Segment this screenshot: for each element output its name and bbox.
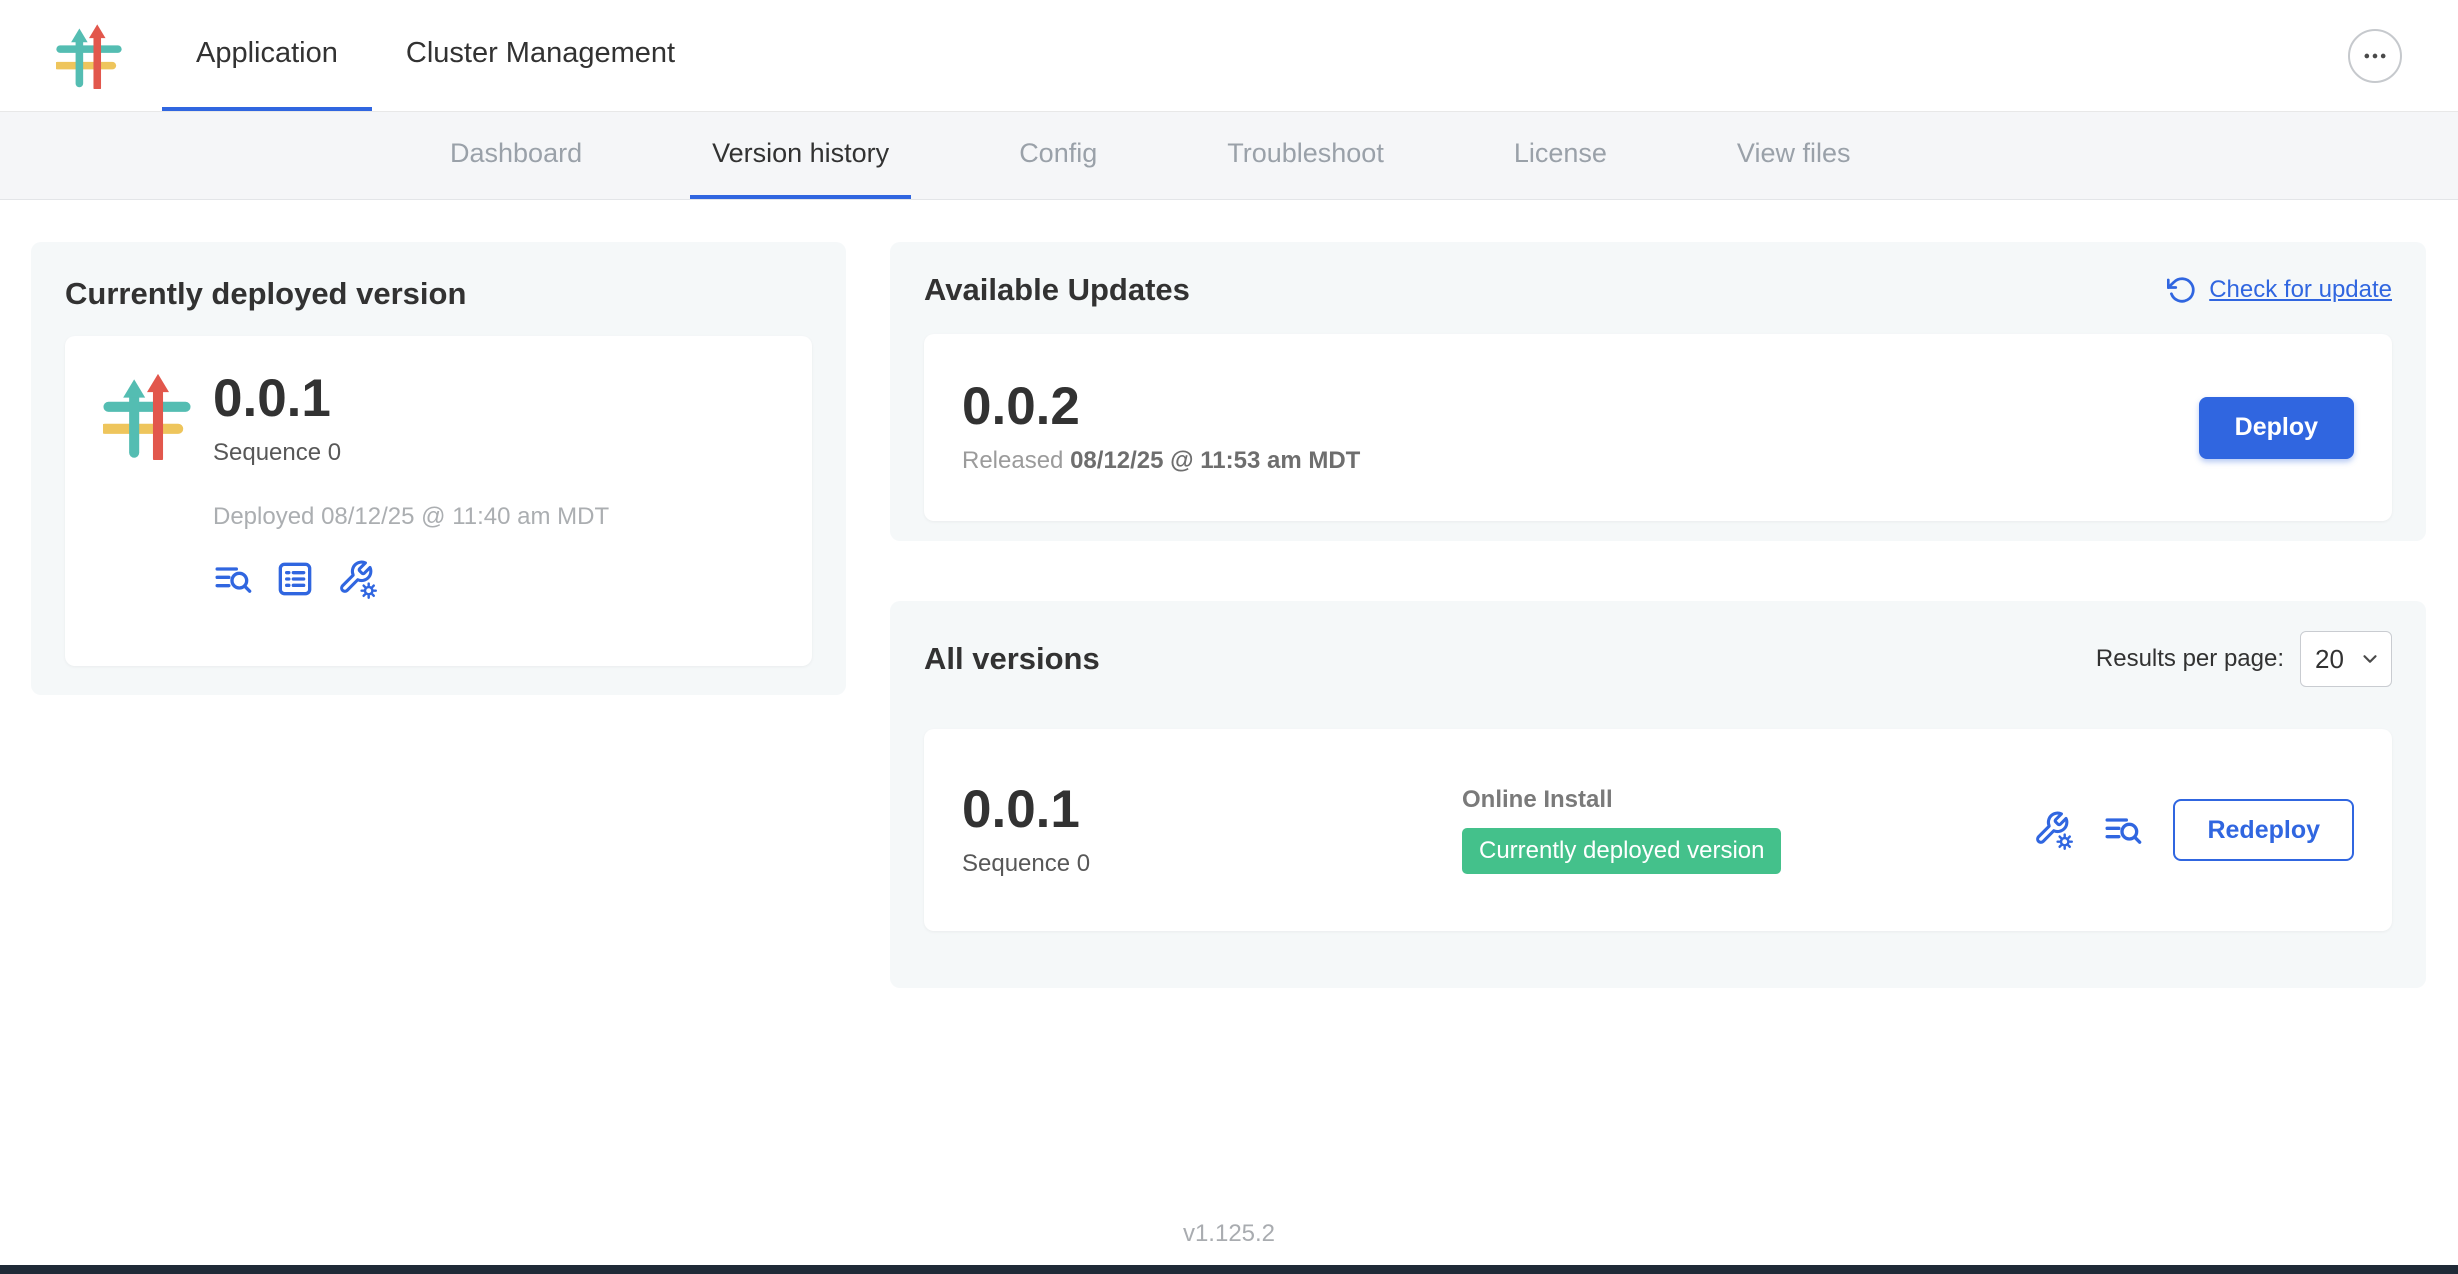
chevron-down-icon: [2359, 648, 2381, 670]
check-for-update-label: Check for update: [2209, 276, 2392, 304]
subtab-troubleshoot[interactable]: Troubleshoot: [1205, 112, 1406, 199]
redeploy-button[interactable]: Redeploy: [2173, 799, 2354, 861]
tab-application-label: Application: [196, 37, 338, 70]
edit-config-wrench-icon[interactable]: [337, 559, 377, 599]
tab-application[interactable]: Application: [162, 0, 372, 111]
edit-config-wrench-icon[interactable]: [2033, 810, 2073, 850]
preflight-checks-icon[interactable]: [275, 559, 315, 599]
deployed-sequence: Sequence 0: [213, 439, 609, 467]
deploy-button-label: Deploy: [2235, 413, 2318, 441]
available-updates-card: Available Updates Check for update 0.0.2…: [890, 242, 2426, 541]
subtab-view-files[interactable]: View files: [1715, 112, 1873, 199]
subtab-troubleshoot-label: Troubleshoot: [1227, 138, 1384, 169]
subtab-view-files-label: View files: [1737, 138, 1851, 169]
results-per-page-label: Results per page:: [2096, 645, 2284, 673]
subtab-license-label: License: [1514, 138, 1607, 169]
refresh-icon: [2167, 275, 2197, 305]
app-logo-icon: [103, 372, 191, 460]
subtab-version-history-label: Version history: [712, 138, 889, 169]
view-diff-icon[interactable]: [2103, 810, 2143, 850]
deploy-button[interactable]: Deploy: [2199, 397, 2354, 459]
top-navbar: Application Cluster Management: [0, 0, 2458, 112]
tab-cluster-management-label: Cluster Management: [406, 37, 675, 70]
row-version-number: 0.0.1: [962, 783, 1462, 836]
all-versions-card: All versions Results per page: 20 0.0.1 …: [890, 601, 2426, 988]
subtab-license[interactable]: License: [1492, 112, 1629, 199]
update-released-timestamp: Released 08/12/25 @ 11:53 am MDT: [962, 447, 1360, 475]
subtab-dashboard-label: Dashboard: [450, 138, 582, 169]
subtab-version-history[interactable]: Version history: [690, 112, 911, 199]
currently-deployed-title: Currently deployed version: [65, 276, 812, 312]
update-row: 0.0.2 Released 08/12/25 @ 11:53 am MDT D…: [924, 334, 2392, 521]
subtab-config-label: Config: [1019, 138, 1097, 169]
tab-cluster-management[interactable]: Cluster Management: [372, 0, 709, 111]
view-diff-icon[interactable]: [213, 559, 253, 599]
results-per-page-select[interactable]: 20: [2300, 631, 2392, 687]
subtab-dashboard[interactable]: Dashboard: [428, 112, 604, 199]
top-nav-tabs: Application Cluster Management: [162, 0, 709, 111]
ellipsis-icon: [2361, 42, 2389, 70]
all-versions-title: All versions: [924, 641, 1100, 677]
version-row: 0.0.1 Sequence 0 Online Install Currentl…: [924, 729, 2392, 931]
app-subnav: Dashboard Version history Config Trouble…: [0, 112, 2458, 200]
deployed-version-number: 0.0.1: [213, 372, 609, 425]
deployed-timestamp: Deployed 08/12/25 @ 11:40 am MDT: [213, 503, 609, 531]
subtab-config[interactable]: Config: [997, 112, 1119, 199]
console-version: v1.125.2: [0, 1220, 2458, 1248]
redeploy-button-label: Redeploy: [2207, 816, 2320, 844]
app-logo-icon: [56, 23, 122, 89]
row-install-type: Online Install: [1462, 786, 1781, 814]
bottom-dark-bar: [0, 1265, 2458, 1274]
currently-deployed-card: Currently deployed version 0.0.1 Sequenc…: [31, 242, 846, 695]
available-updates-title: Available Updates: [924, 272, 1190, 308]
update-version-number: 0.0.2: [962, 380, 1360, 433]
deployed-version-panel: 0.0.1 Sequence 0 Deployed 08/12/25 @ 11:…: [65, 336, 812, 666]
currently-deployed-badge: Currently deployed version: [1462, 828, 1781, 874]
check-for-update-link[interactable]: Check for update: [2167, 275, 2392, 305]
main-content: Currently deployed version 0.0.1 Sequenc…: [0, 200, 2458, 988]
overflow-menu-button[interactable]: [2348, 29, 2402, 83]
row-sequence: Sequence 0: [962, 850, 1462, 878]
results-per-page-value: 20: [2315, 644, 2344, 675]
right-column: Available Updates Check for update 0.0.2…: [890, 242, 2426, 988]
